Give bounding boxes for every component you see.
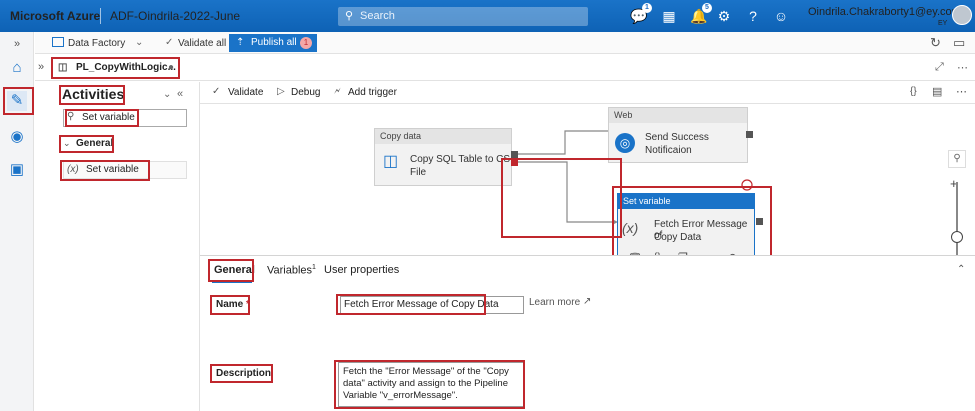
group-general[interactable]: General	[76, 138, 113, 149]
more-icon[interactable]: ⋯	[956, 85, 967, 98]
refresh-icon[interactable]: ↻	[930, 35, 941, 51]
set-variable-name-line2: Copy Data	[654, 232, 702, 243]
set-variable-output-handle[interactable]	[756, 218, 763, 225]
data-factory-dropdown[interactable]: Data Factory	[68, 38, 125, 49]
factory-toolbar	[35, 32, 975, 54]
collapse-panel-icon[interactable]: ⌃	[957, 264, 965, 275]
copy-data-activity[interactable]: Copy data ◫ Copy SQL Table to CS File	[374, 128, 512, 186]
activities-search-input[interactable]: Set variable	[63, 109, 187, 127]
pipeline-tab-label: PL_CopyWithLogic...	[76, 62, 176, 73]
upload-icon: ⇡	[236, 37, 245, 48]
properties-icon[interactable]: ▤	[932, 85, 942, 98]
expand-icon[interactable]: »	[38, 61, 44, 73]
web-activity[interactable]: Web ◎ Send Success Notificaion	[608, 107, 748, 163]
collapse-panel-icon[interactable]: «	[177, 88, 183, 100]
activity-set-variable-label: Set variable	[86, 164, 139, 175]
add-trigger-button[interactable]: Add trigger	[348, 87, 397, 98]
monitor-icon[interactable]: ◉	[7, 127, 27, 147]
pencil-author-icon[interactable]: ✎	[7, 91, 27, 111]
pipeline-icon: ◫	[58, 62, 68, 73]
web-name-line2: Notificaion	[645, 145, 692, 156]
copy-data-name-line2: File	[410, 167, 427, 178]
search-icon: ⚲	[67, 111, 75, 122]
learn-more-link[interactable]: Learn more	[529, 297, 580, 308]
help-icon[interactable]: ?	[744, 7, 762, 25]
maximize-icon[interactable]: ⤢	[935, 61, 944, 74]
checkmark-icon: ✓	[165, 37, 174, 48]
web-output-handle[interactable]	[746, 131, 753, 138]
activities-panel	[35, 82, 200, 411]
feedback-icon[interactable]: 💬 1	[630, 3, 652, 25]
brand-title[interactable]: Microsoft Azure	[10, 9, 100, 23]
zoom-slider-thumb[interactable]	[951, 231, 963, 243]
tab-variables-label: Variables	[267, 264, 313, 277]
search-canvas-icon[interactable]: ⚲	[948, 150, 966, 168]
collapse-all-icon[interactable]: ⌄	[163, 89, 171, 100]
properties-panel	[200, 255, 975, 411]
description-label: Description	[216, 368, 272, 379]
expand-nav-icon[interactable]: »	[7, 34, 27, 54]
variable-icon: (x)	[622, 220, 639, 236]
copy-data-type-label: Copy data	[375, 129, 511, 144]
bell-icon[interactable]: 🔔 5	[690, 3, 712, 25]
user-name[interactable]: Oindrila.Chakraborty1@ey.com	[808, 6, 961, 18]
avatar[interactable]	[952, 5, 972, 25]
connector-lines	[513, 128, 753, 225]
code-icon[interactable]: {}	[910, 86, 917, 97]
set-variable-type-label: Set variable	[618, 194, 754, 209]
play-icon: ▷	[277, 86, 285, 97]
user-org: EY	[938, 20, 948, 27]
copy-data-icon: ◫	[383, 153, 399, 170]
debug-button[interactable]: Debug	[291, 87, 320, 98]
activity-set-variable[interactable]: (x) Set variable	[63, 161, 187, 179]
validate-all-button[interactable]: Validate all	[178, 38, 226, 49]
activities-title: Activities	[62, 86, 125, 102]
search-icon: ⚲	[345, 10, 354, 22]
success-output-handle[interactable]	[511, 151, 518, 158]
search-input[interactable]: Search	[338, 7, 588, 26]
more-icon[interactable]: ⋯	[957, 61, 968, 74]
failure-output-handle[interactable]	[511, 159, 518, 166]
web-name-line1: Send Success	[645, 132, 709, 143]
external-link-icon[interactable]: ↗	[583, 296, 591, 307]
manage-toolbox-icon[interactable]: ▣	[7, 160, 27, 180]
tab-pipeline[interactable]: ◫ PL_CopyWithLogic... ●	[52, 59, 178, 77]
validate-button[interactable]: Validate	[228, 87, 263, 98]
publish-all-label: Publish all	[251, 37, 297, 48]
tab-variables[interactable]: Variables1	[267, 264, 316, 277]
variables-count: 1	[312, 264, 316, 271]
header-divider	[100, 8, 101, 24]
home-icon[interactable]: ⌂	[7, 58, 27, 78]
active-tab-indicator	[212, 281, 252, 283]
name-label: Name *	[216, 299, 250, 310]
gear-icon[interactable]: ⚙	[715, 7, 733, 25]
required-asterisk: *	[246, 299, 250, 310]
chevron-down-icon[interactable]: ⌄	[63, 138, 71, 149]
factory-name[interactable]: ADF-Oindrila-2022-June	[110, 9, 240, 23]
copy-data-name-line1: Copy SQL Table to CS	[410, 154, 511, 165]
directory-icon[interactable]: ▦	[660, 7, 678, 25]
trigger-icon: 🗲	[334, 86, 341, 97]
description-textarea[interactable]: Fetch the "Error Message" of the "Copy d…	[338, 362, 524, 407]
variable-icon: (x)	[67, 164, 79, 175]
publish-all-button[interactable]: ⇡ Publish all 1	[229, 34, 317, 52]
name-label-text: Name	[216, 299, 244, 310]
chevron-down-icon[interactable]: ⌄	[135, 37, 143, 48]
discard-icon[interactable]: ▭	[953, 35, 965, 51]
checkmark-icon: ✓	[212, 86, 221, 97]
web-type-label: Web	[609, 108, 747, 123]
name-input[interactable]: Fetch Error Message of Copy Data	[340, 296, 524, 314]
unsaved-dot-icon: ●	[167, 62, 174, 73]
globe-icon: ◎	[615, 133, 635, 153]
tab-general[interactable]: General	[214, 264, 255, 276]
left-nav	[0, 32, 34, 411]
data-factory-icon	[52, 37, 64, 47]
publish-count-badge: 1	[300, 37, 312, 49]
tab-user-properties[interactable]: User properties	[324, 264, 399, 276]
person-feedback-icon[interactable]: ☺	[772, 7, 790, 25]
